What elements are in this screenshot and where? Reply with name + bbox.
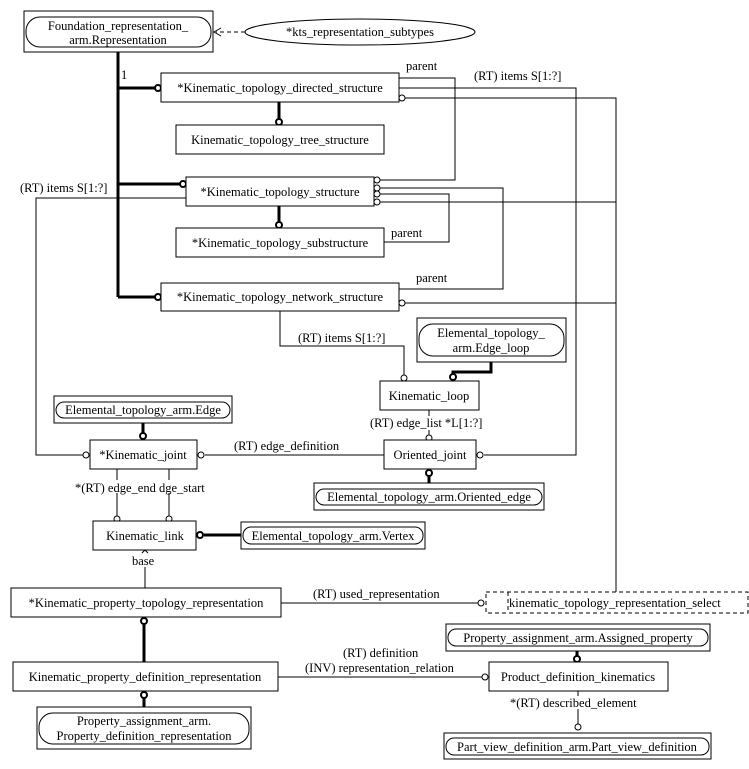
attribute-label: (RT) items S[1:?] — [20, 181, 107, 195]
entity-label: *Kinematic_topology_structure — [201, 185, 360, 199]
entity-edge-loop[interactable]: Elemental_topology_ arm.Edge_loop — [416, 317, 567, 363]
entity-label: Property_assignment_arm. — [77, 714, 211, 728]
entity-label: Kinematic_link — [106, 529, 185, 543]
entity-oriented-edge[interactable]: Elemental_topology_arm.Oriented_edge — [313, 482, 545, 511]
entity-kptr[interactable]: *Kinematic_property_topology_representat… — [10, 587, 282, 618]
entity-label: Elemental_topology_ — [437, 326, 545, 340]
attribute-label: (RT) items S[1:?] — [298, 331, 385, 345]
entity-label: Product_definition_kinematics — [501, 670, 655, 684]
entity-label: Property_definition_representation — [57, 729, 233, 743]
entity-tree-structure[interactable]: Kinematic_topology_tree_structure — [175, 124, 385, 155]
entity-label: arm.Edge_loop — [453, 341, 530, 355]
entity-label: Part_view_definition_arm.Part_view_defin… — [457, 740, 698, 754]
entity-label: Elemental_topology_arm.Oriented_edge — [327, 490, 531, 504]
entity-topology-structure[interactable]: *Kinematic_topology_structure — [185, 176, 375, 207]
attribute-label: parent — [391, 226, 423, 240]
entity-label: *Kinematic_topology_directed_structure — [177, 81, 383, 95]
entity-label: Property_assignment_arm.Assigned_propert… — [463, 631, 693, 645]
entity-label: Kinematic_loop — [389, 389, 470, 403]
entity-label: *Kinematic_topology_network_structure — [177, 290, 384, 304]
entity-foundation-representation[interactable]: Foundation_representation_ arm.Represent… — [23, 10, 214, 53]
attribute-label: (RT) edge_definition — [234, 439, 340, 453]
cardinality-label: 1 — [121, 68, 127, 82]
attribute-label: *(RT) edge_end dge_start — [75, 481, 205, 495]
select-label: kinematic_topology_representation_select — [509, 596, 721, 610]
select-kinematic-topology-representation[interactable]: kinematic_topology_representation_select — [485, 591, 749, 614]
entity-oriented-joint[interactable]: Oriented_joint — [383, 439, 477, 470]
attribute-label: base — [132, 554, 155, 568]
entity-kinematic-loop[interactable]: Kinematic_loop — [379, 380, 480, 411]
type-label: *kts_representation_subtypes — [286, 25, 434, 39]
attribute-label: (RT) edge_list *L[1:?] — [370, 416, 482, 430]
entity-kpdr[interactable]: Kinematic_property_definition_representa… — [12, 661, 279, 692]
entity-substructure[interactable]: *Kinematic_topology_substructure — [175, 227, 385, 258]
entity-edge[interactable]: Elemental_topology_arm.Edge — [53, 395, 233, 424]
attribute-label: parent — [406, 59, 438, 73]
entity-part-view-definition[interactable]: Part_view_definition_arm.Part_view_defin… — [443, 732, 712, 760]
entity-label: *Kinematic_joint — [99, 448, 187, 462]
entity-label: arm.Representation — [69, 33, 167, 47]
attribute-label: (INV) representation_relation — [305, 661, 455, 675]
entity-product-definition-kinematics[interactable]: Product_definition_kinematics — [488, 661, 669, 692]
entity-property-definition-representation[interactable]: Property_assignment_arm. Property_defini… — [36, 706, 252, 750]
entity-kinematic-link[interactable]: Kinematic_link — [92, 520, 197, 551]
express-g-diagram: Foundation_representation_ arm.Represent… — [10, 10, 749, 760]
entity-label: Oriented_joint — [394, 448, 467, 462]
entity-label: Elemental_topology_arm.Edge — [65, 403, 221, 417]
entity-label: *Kinematic_topology_substructure — [192, 236, 369, 250]
entity-network-structure[interactable]: *Kinematic_topology_network_structure — [160, 282, 400, 312]
entity-assigned-property[interactable]: Property_assignment_arm.Assigned_propert… — [445, 623, 711, 652]
entity-label: Kinematic_topology_tree_structure — [191, 133, 369, 147]
entity-vertex[interactable]: Elemental_topology_arm.Vertex — [240, 521, 426, 550]
attribute-label: (RT) definition — [343, 646, 419, 660]
type-kts-representation-subtypes[interactable]: *kts_representation_subtypes — [244, 18, 476, 46]
entity-label: Foundation_representation_ — [48, 19, 189, 33]
attribute-label: parent — [416, 271, 448, 285]
entity-kinematic-joint[interactable]: *Kinematic_joint — [89, 439, 198, 470]
entity-label: Elemental_topology_arm.Vertex — [252, 529, 416, 543]
entity-directed-structure[interactable]: *Kinematic_topology_directed_structure — [160, 72, 400, 103]
attribute-label: *(RT) described_element — [510, 696, 637, 710]
attribute-label: (RT) items S[1:?] — [474, 69, 561, 83]
entity-label: *Kinematic_property_topology_representat… — [29, 596, 264, 610]
entity-label: Kinematic_property_definition_representa… — [29, 670, 262, 684]
attribute-label: (RT) used_representation — [313, 587, 440, 601]
